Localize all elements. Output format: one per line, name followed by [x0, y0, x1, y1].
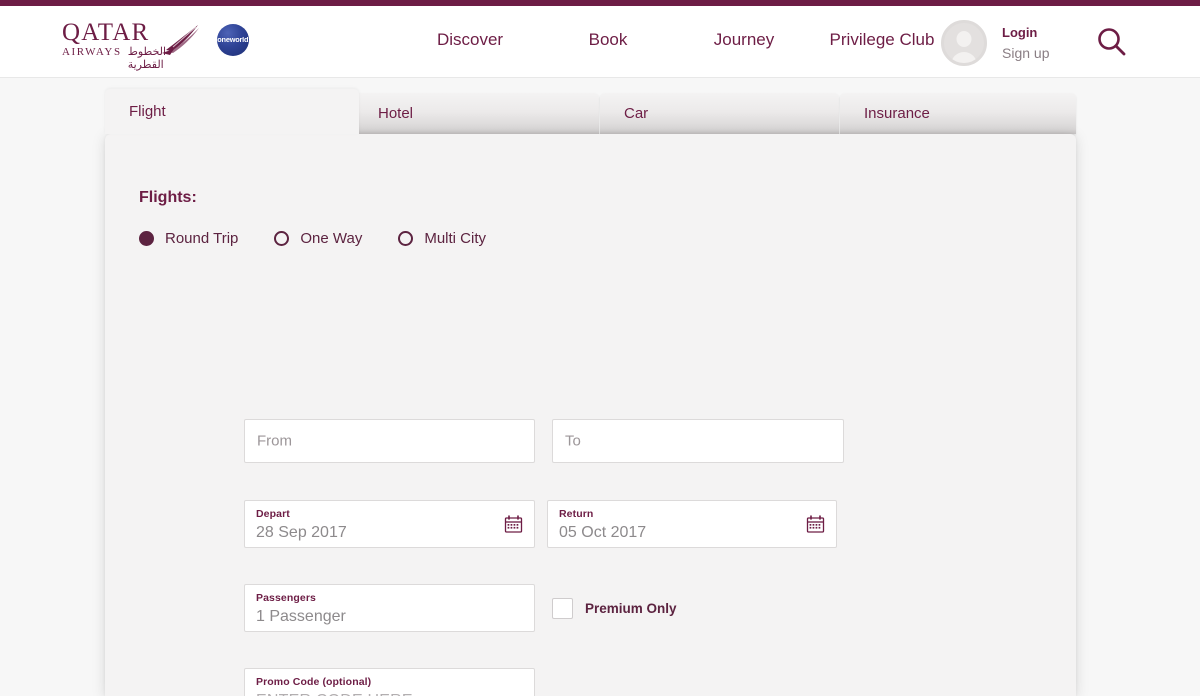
premium-only-label: Premium Only: [585, 601, 677, 616]
logo-secondary-text: AIRWAYS: [62, 46, 122, 58]
passengers-value: 1 Passenger: [256, 608, 346, 625]
oneworld-alliance-logo[interactable]: oneworld: [217, 24, 249, 56]
trip-type-one-way[interactable]: One Way: [274, 230, 362, 247]
nav-item-book[interactable]: Book: [540, 30, 676, 50]
search-icon[interactable]: [1094, 24, 1130, 60]
nav-item-journey[interactable]: Journey: [676, 30, 812, 50]
booking-tabs: Flight Hotel Car Insurance: [105, 89, 1076, 134]
flight-search-panel: Flights: Round Trip One Way Multi City F…: [105, 134, 1076, 696]
section-title: Flights:: [139, 189, 197, 206]
passengers-label: Passengers: [256, 592, 316, 604]
premium-only-checkbox[interactable]: Premium Only: [552, 598, 677, 619]
to-input[interactable]: To: [552, 419, 844, 463]
passengers-input[interactable]: Passengers 1 Passenger: [244, 584, 535, 632]
return-label: Return: [559, 508, 594, 520]
trip-type-multi-city[interactable]: Multi City: [398, 230, 486, 247]
calendar-icon[interactable]: [806, 515, 825, 534]
qatar-airways-logo[interactable]: QATAR AIRWAYS الخطوط القطرية: [62, 20, 199, 71]
nav-item-discover[interactable]: Discover: [400, 30, 540, 50]
oryx-logo-icon: [162, 25, 199, 55]
return-value: 05 Oct 2017: [559, 524, 647, 541]
nav-item-privilege-club[interactable]: Privilege Club: [812, 30, 952, 50]
promo-code-label: Promo Code (optional): [256, 676, 372, 688]
oneworld-label: oneworld: [217, 36, 249, 44]
radio-multi-city-mark[interactable]: [398, 231, 414, 246]
user-avatar-icon[interactable]: [941, 20, 987, 66]
to-placeholder: To: [565, 432, 581, 450]
tab-insurance[interactable]: Insurance: [840, 93, 1076, 134]
promo-code-placeholder: ENTER CODE HERE: [256, 692, 413, 696]
promo-code-input[interactable]: Promo Code (optional) ENTER CODE HERE: [244, 668, 535, 696]
signup-link[interactable]: Sign up: [1002, 43, 1049, 63]
from-placeholder: From: [257, 432, 292, 450]
calendar-icon[interactable]: [504, 515, 523, 534]
radio-round-trip-mark[interactable]: [139, 231, 154, 246]
login-link[interactable]: Login: [1002, 23, 1049, 43]
tab-car[interactable]: Car: [600, 93, 839, 134]
account-links: Login Sign up: [1002, 23, 1049, 63]
radio-one-way-label: One Way: [300, 230, 363, 247]
depart-value: 28 Sep 2017: [256, 524, 347, 541]
from-input[interactable]: From: [244, 419, 535, 463]
main-navigation: Discover Book Journey Privilege Club: [400, 30, 952, 50]
depart-label: Depart: [256, 508, 290, 520]
radio-one-way-mark[interactable]: [274, 231, 290, 246]
site-header: QATAR AIRWAYS الخطوط القطرية oneworld Di…: [0, 6, 1200, 78]
avatar-head-shape: [956, 31, 972, 47]
radio-round-trip-label: Round Trip: [165, 230, 239, 247]
trip-type-group: Round Trip One Way Multi City: [139, 230, 522, 247]
trip-type-round-trip[interactable]: Round Trip: [139, 230, 238, 247]
avatar-body-shape: [951, 52, 977, 63]
depart-date-input[interactable]: Depart 28 Sep 2017: [244, 500, 535, 548]
tab-flight[interactable]: Flight: [105, 89, 359, 134]
tab-hotel[interactable]: Hotel: [354, 93, 599, 134]
radio-multi-city-label: Multi City: [424, 230, 487, 247]
return-date-input[interactable]: Return 05 Oct 2017: [547, 500, 837, 548]
premium-checkbox-box[interactable]: [552, 598, 573, 619]
